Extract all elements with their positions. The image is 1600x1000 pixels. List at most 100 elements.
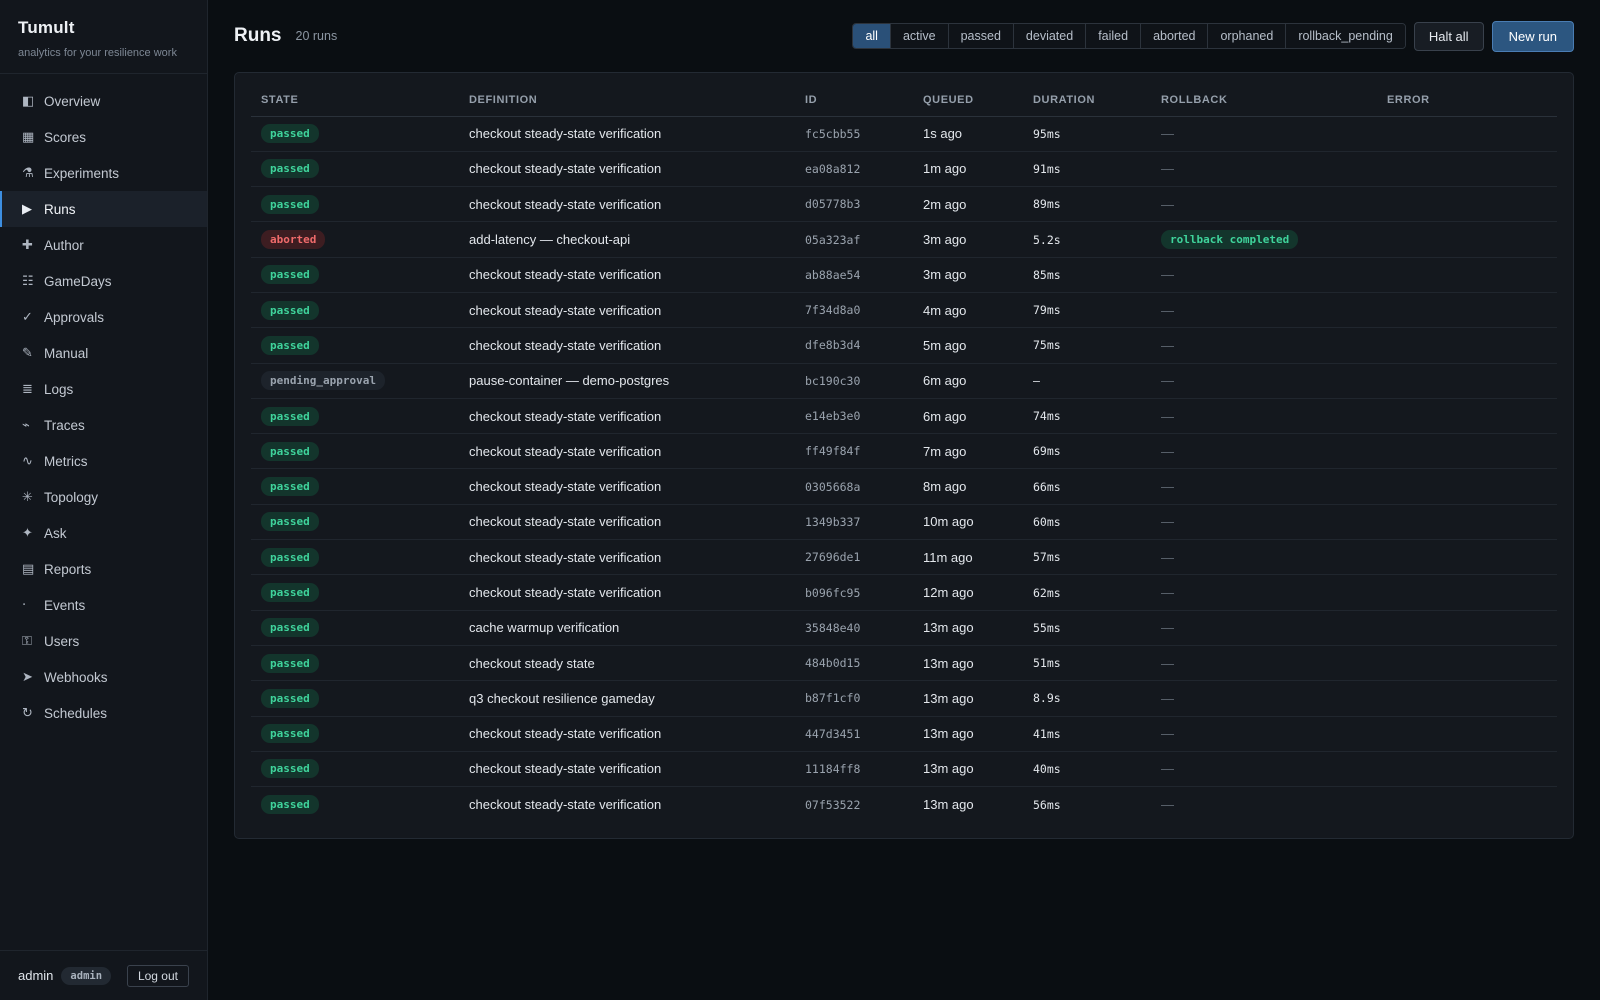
brand-title[interactable]: Tumult <box>18 18 189 38</box>
filter-orphaned[interactable]: orphaned <box>1208 24 1287 48</box>
run-id-cell[interactable]: fc5cbb55 <box>795 116 913 152</box>
definition-cell[interactable]: pause-container — demo-postgres <box>459 363 795 399</box>
run-id-cell[interactable]: ff49f84f <box>795 433 913 470</box>
sidebar-item-manual[interactable]: ✎ Manual <box>0 335 207 371</box>
new-run-button[interactable]: New run <box>1491 20 1574 52</box>
run-id-cell[interactable]: 1349b337 <box>795 504 913 541</box>
error-cell <box>1377 539 1557 576</box>
run-id-cell[interactable]: bc190c30 <box>795 363 913 399</box>
definition-cell[interactable]: checkout steady-state verification <box>459 468 795 505</box>
column-header-definition[interactable]: DEFINITION <box>459 85 795 117</box>
sidebar-item-webhooks[interactable]: ➤ Webhooks <box>0 659 207 695</box>
definition-cell[interactable]: checkout steady-state verification <box>459 327 795 364</box>
table-row[interactable]: passed checkout steady-state verification… <box>251 151 1557 188</box>
definition-cell[interactable]: checkout steady-state verification <box>459 504 795 541</box>
definition-cell[interactable]: checkout steady-state verification <box>459 186 795 223</box>
definition-cell[interactable]: checkout steady-state verification <box>459 539 795 576</box>
halt-all-button[interactable]: Halt all <box>1413 21 1484 51</box>
filter-active[interactable]: active <box>890 24 949 48</box>
table-row[interactable]: passed checkout steady-state verification… <box>251 433 1557 470</box>
table-row[interactable]: passed q3 checkout resilience gameday b87f… <box>251 680 1557 717</box>
definition-cell[interactable]: checkout steady-state verification <box>459 257 795 293</box>
column-header-rollback[interactable]: ROLLBACK <box>1151 85 1377 117</box>
definition-cell[interactable]: checkout steady state <box>459 645 795 682</box>
table-row[interactable]: passed checkout steady-state verification… <box>251 468 1557 505</box>
sidebar-item-events[interactable]: ‧ Events <box>0 587 207 623</box>
run-id-cell[interactable]: 35848e40 <box>795 610 913 646</box>
run-id-cell[interactable]: ea08a812 <box>795 151 913 188</box>
table-row[interactable]: passed checkout steady-state verification… <box>251 716 1557 752</box>
run-id-cell[interactable]: d05778b3 <box>795 186 913 223</box>
sidebar-item-schedules[interactable]: ↻ Schedules <box>0 695 207 731</box>
sidebar-item-label: Schedules <box>44 705 108 721</box>
filter-rollback-pending[interactable]: rollback_pending <box>1286 24 1405 48</box>
filter-aborted[interactable]: aborted <box>1141 24 1209 48</box>
sidebar-item-approvals[interactable]: ✓ Approvals <box>0 299 207 335</box>
run-id-cell[interactable]: 07f53522 <box>795 787 913 822</box>
run-id-cell[interactable]: b096fc95 <box>795 574 913 611</box>
filter-failed[interactable]: failed <box>1086 24 1142 48</box>
definition-cell[interactable]: checkout steady-state verification <box>459 787 795 822</box>
table-row[interactable]: passed checkout steady-state verification… <box>251 751 1557 788</box>
table-row[interactable]: passed cache warmup verification 35848e40 1… <box>251 610 1557 646</box>
run-id-cell[interactable]: ab88ae54 <box>795 257 913 293</box>
run-id-cell[interactable]: 27696de1 <box>795 539 913 576</box>
filter-passed[interactable]: passed <box>948 24 1014 48</box>
table-row[interactable]: passed checkout steady-state verification… <box>251 398 1557 435</box>
run-id-cell[interactable]: dfe8b3d4 <box>795 327 913 364</box>
filter-deviated[interactable]: deviated <box>1013 24 1087 48</box>
definition-cell[interactable]: checkout steady-state verification <box>459 751 795 788</box>
run-id-cell[interactable]: 7f34d8a0 <box>795 292 913 329</box>
table-row[interactable]: passed checkout steady-state verification… <box>251 116 1557 152</box>
table-row[interactable]: passed checkout steady-state verification… <box>251 539 1557 576</box>
table-row[interactable]: passed checkout steady-state verification… <box>251 574 1557 611</box>
definition-cell[interactable]: add-latency — checkout-api <box>459 221 795 258</box>
definition-cell[interactable]: q3 checkout resilience gameday <box>459 680 795 717</box>
definition-cell[interactable]: checkout steady-state verification <box>459 292 795 329</box>
column-header-id[interactable]: ID <box>795 85 913 117</box>
sidebar-item-runs[interactable]: ▶ Runs <box>0 191 207 227</box>
definition-cell[interactable]: checkout steady-state verification <box>459 116 795 152</box>
column-header-state[interactable]: STATE <box>251 85 459 117</box>
sidebar-item-gamedays[interactable]: ☷ GameDays <box>0 263 207 299</box>
sidebar-item-users[interactable]: ⚿ Users <box>0 623 207 659</box>
sidebar-item-author[interactable]: ✚ Author <box>0 227 207 263</box>
table-row[interactable]: pending_approval pause-container — demo-p… <box>251 363 1557 399</box>
table-row[interactable]: passed checkout steady-state verification… <box>251 186 1557 223</box>
column-header-queued[interactable]: QUEUED <box>913 85 1023 117</box>
sidebar-item-reports[interactable]: ▤ Reports <box>0 551 207 587</box>
run-id-cell[interactable]: 447d3451 <box>795 716 913 752</box>
sidebar-item-metrics[interactable]: ∿ Metrics <box>0 443 207 479</box>
column-header-duration[interactable]: DURATION <box>1023 85 1151 117</box>
table-row[interactable]: passed checkout steady-state verification… <box>251 292 1557 329</box>
table-row[interactable]: aborted add-latency — checkout-api 05a323a… <box>251 221 1557 258</box>
filter-all[interactable]: all <box>853 24 891 48</box>
table-row[interactable]: passed checkout steady state 484b0d15 13m a… <box>251 645 1557 682</box>
table-row[interactable]: passed checkout steady-state verification… <box>251 787 1557 822</box>
run-id-cell[interactable]: 484b0d15 <box>795 645 913 682</box>
run-id-cell[interactable]: 05a323af <box>795 221 913 258</box>
sidebar-item-traces[interactable]: ⌁ Traces <box>0 407 207 443</box>
table-row[interactable]: passed checkout steady-state verification… <box>251 257 1557 293</box>
definition-cell[interactable]: cache warmup verification <box>459 610 795 646</box>
run-id-cell[interactable]: 11184ff8 <box>795 751 913 788</box>
sidebar-item-logs[interactable]: ≣ Logs <box>0 371 207 407</box>
table-row[interactable]: passed checkout steady-state verification… <box>251 327 1557 364</box>
definition-cell[interactable]: checkout steady-state verification <box>459 151 795 188</box>
definition-cell[interactable]: checkout steady-state verification <box>459 574 795 611</box>
sidebar-item-overview[interactable]: ◧ Overview <box>0 83 207 119</box>
definition-cell[interactable]: checkout steady-state verification <box>459 398 795 435</box>
definition-cell[interactable]: checkout steady-state verification <box>459 716 795 752</box>
run-id-cell[interactable]: 0305668a <box>795 468 913 505</box>
run-id-cell[interactable]: e14eb3e0 <box>795 398 913 435</box>
sidebar-item-scores[interactable]: ▦ Scores <box>0 119 207 155</box>
table-row[interactable]: passed checkout steady-state verification… <box>251 504 1557 541</box>
definition-cell[interactable]: checkout steady-state verification <box>459 433 795 470</box>
run-id-cell[interactable]: b87f1cf0 <box>795 680 913 717</box>
sidebar-item-ask[interactable]: ✦ Ask <box>0 515 207 551</box>
logout-button[interactable]: Log out <box>126 964 189 987</box>
sidebar-item-topology[interactable]: ✳ Topology <box>0 479 207 515</box>
status-badge: pending_approval <box>261 371 385 391</box>
column-header-error[interactable]: ERROR <box>1377 85 1557 117</box>
sidebar-item-experiments[interactable]: ⚗ Experiments <box>0 155 207 191</box>
